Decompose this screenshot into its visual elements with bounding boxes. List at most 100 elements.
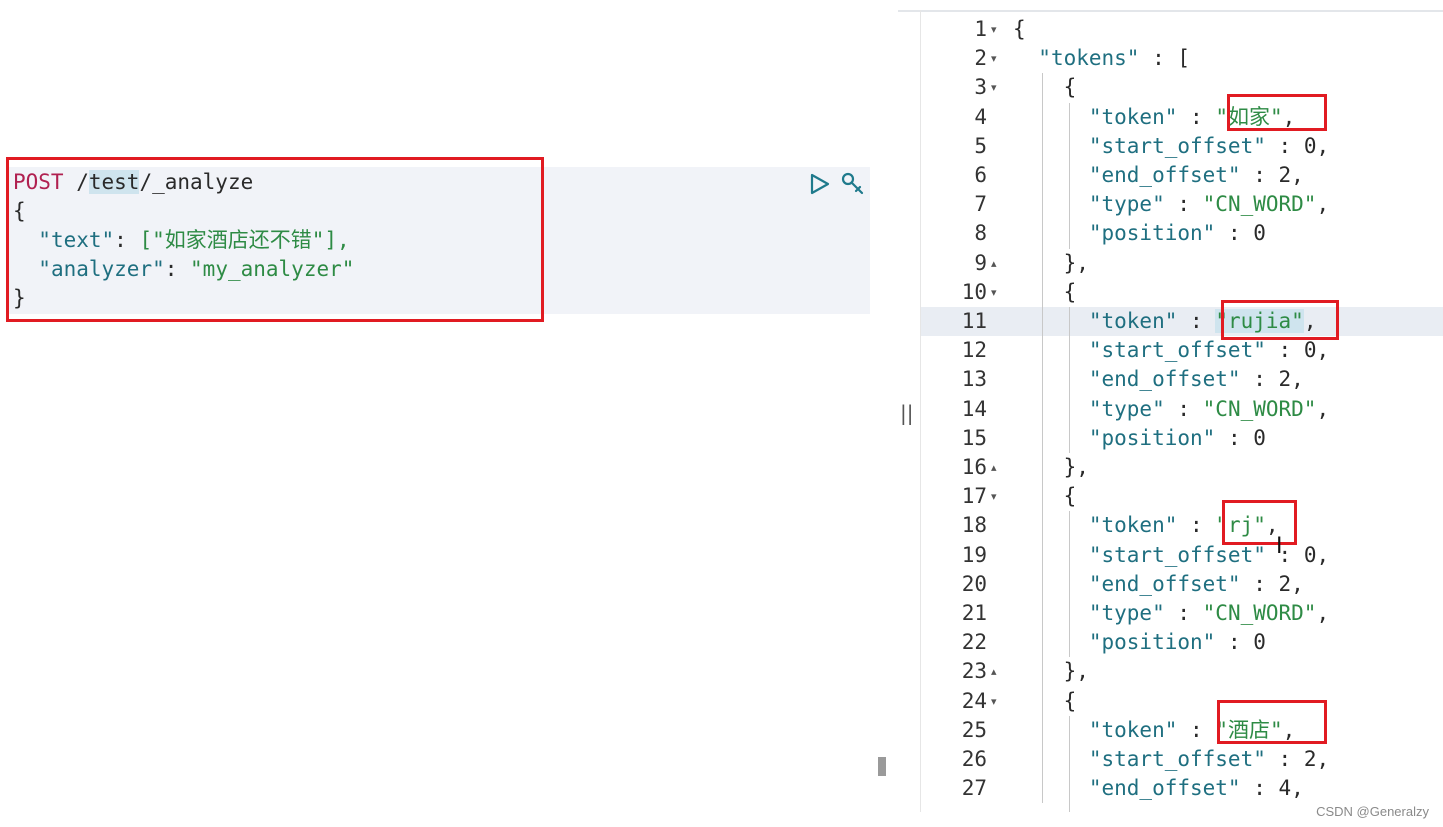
body-close-brace[interactable]: } bbox=[13, 284, 26, 313]
response-line[interactable]: 17 ▾ { bbox=[921, 482, 1443, 511]
code-text: "position" : 0 bbox=[1013, 424, 1266, 453]
json-key: "start_offset" bbox=[1088, 542, 1266, 567]
fold-expand-icon[interactable]: ▴ bbox=[991, 249, 1005, 278]
json-key: "type" bbox=[1088, 396, 1165, 421]
response-line[interactable]: 15 "position" : 0 bbox=[921, 424, 1443, 453]
fold-expand-icon[interactable]: ▴ bbox=[991, 657, 1005, 686]
json-key: "type" bbox=[1088, 601, 1165, 625]
body-open-brace[interactable]: { bbox=[13, 197, 26, 226]
analyzer-key: "analyzer" bbox=[38, 257, 165, 281]
body-analyzer-line[interactable]: "analyzer": "my_analyzer" bbox=[13, 255, 354, 284]
line-number: 21 bbox=[961, 601, 987, 625]
response-line[interactable]: 2 ▾ "tokens" : [ bbox=[921, 44, 1443, 73]
bracket: }, bbox=[1063, 250, 1089, 275]
code-text: "tokens" : [ bbox=[1013, 44, 1190, 73]
line-number: 2 bbox=[974, 46, 987, 71]
response-line[interactable]: 27 "end_offset" : 4, bbox=[921, 774, 1443, 803]
line-number: 15 bbox=[961, 425, 987, 450]
code-text: "end_offset" : 4, bbox=[1013, 774, 1304, 803]
separator: : bbox=[1177, 309, 1216, 333]
request-editor[interactable]: POST /test/_analyze { "text": ["如家酒店还不错"… bbox=[0, 0, 898, 812]
json-value: , bbox=[1303, 309, 1317, 333]
response-line[interactable]: 4 "token" : "如家", bbox=[921, 103, 1443, 132]
response-line[interactable]: 13 "end_offset" : 2, bbox=[921, 365, 1443, 394]
fold-collapse-icon[interactable]: ▾ bbox=[991, 73, 1005, 102]
fold-collapse-icon[interactable]: ▾ bbox=[991, 15, 1005, 44]
json-string-value: "酒店" bbox=[1215, 717, 1283, 742]
code-text: }, bbox=[1013, 249, 1089, 278]
open-brace: { bbox=[13, 199, 26, 223]
response-viewer[interactable]: 1 ▾{2 ▾ "tokens" : [3 ▾ {4 "token" : "如家", 5… bbox=[921, 12, 1443, 812]
response-line[interactable]: 16 ▴ }, bbox=[921, 453, 1443, 482]
fold-collapse-icon[interactable]: ▾ bbox=[991, 44, 1005, 73]
response-line[interactable]: 25 "token" : "酒店", bbox=[921, 716, 1443, 745]
json-key: "start_offset" bbox=[1088, 338, 1266, 363]
code-text: { bbox=[1013, 278, 1077, 307]
index-name: test bbox=[88, 170, 140, 194]
line-number: 3 bbox=[974, 75, 987, 100]
wrench-icon[interactable] bbox=[840, 171, 866, 197]
response-line[interactable]: 1 ▾ { bbox=[921, 15, 1443, 44]
json-string-value: "rj" bbox=[1215, 513, 1266, 538]
json-value: 0, bbox=[1303, 338, 1330, 363]
json-value: 0 bbox=[1253, 221, 1266, 246]
json-value: 2, bbox=[1303, 747, 1330, 771]
text-cursor-icon: I bbox=[1276, 534, 1283, 559]
json-key: "start_offset" bbox=[1088, 133, 1266, 158]
line-number: 12 bbox=[961, 338, 987, 363]
json-key: "end_offset" bbox=[1088, 776, 1241, 801]
response-line[interactable]: 21 "type" : "CN_WORD", bbox=[921, 599, 1443, 628]
response-line[interactable]: 19 "start_offset" : 0, bbox=[921, 541, 1443, 570]
response-line[interactable]: 20 "end_offset" : 2, bbox=[921, 570, 1443, 599]
response-line[interactable]: 26 "start_offset" : 2, bbox=[921, 745, 1443, 774]
json-value: 0 bbox=[1253, 425, 1266, 450]
response-line[interactable]: 11 "token" : "rujia", bbox=[921, 307, 1443, 337]
code-text: "end_offset" : 2, bbox=[1013, 570, 1304, 599]
response-line[interactable]: 12 "start_offset" : 0, bbox=[921, 336, 1443, 365]
json-key: "token" bbox=[1088, 717, 1178, 742]
json-string-value: "CN_WORD" bbox=[1202, 396, 1317, 421]
json-value: 0, bbox=[1303, 133, 1330, 158]
separator: : bbox=[1240, 571, 1279, 596]
response-line[interactable]: 5 "start_offset" : 0, bbox=[921, 132, 1443, 161]
play-icon[interactable] bbox=[806, 171, 832, 197]
line-number: 8 bbox=[974, 221, 987, 246]
response-line[interactable]: 24 ▾ { bbox=[921, 687, 1443, 716]
separator: : bbox=[1215, 630, 1254, 655]
indent-guide bbox=[1069, 511, 1070, 658]
response-line[interactable]: 23 ▴ }, bbox=[921, 657, 1443, 686]
scrollbar-thumb[interactable] bbox=[878, 757, 886, 776]
request-line[interactable]: POST /test/_analyze bbox=[13, 168, 253, 197]
bracket: { bbox=[1013, 17, 1026, 41]
line-number: 7 bbox=[974, 192, 987, 217]
bracket: { bbox=[1063, 484, 1077, 509]
line-number: 23 bbox=[961, 659, 987, 684]
separator: : bbox=[1164, 192, 1203, 217]
response-line[interactable]: 22 "position" : 0 bbox=[921, 628, 1443, 657]
code-text: { bbox=[1013, 15, 1026, 44]
fold-collapse-icon[interactable]: ▾ bbox=[991, 482, 1005, 511]
response-line[interactable]: 7 "type" : "CN_WORD", bbox=[921, 190, 1443, 219]
response-line[interactable]: 9 ▴ }, bbox=[921, 249, 1443, 278]
line-number: 14 bbox=[961, 396, 987, 421]
fold-collapse-icon[interactable]: ▾ bbox=[991, 687, 1005, 716]
response-line[interactable]: 18 "token" : "rj", bbox=[921, 511, 1443, 540]
separator: : bbox=[1240, 776, 1279, 801]
bracket: }, bbox=[1063, 659, 1089, 684]
json-value: 0, bbox=[1303, 542, 1330, 567]
response-line[interactable]: 6 "end_offset" : 2, bbox=[921, 161, 1443, 190]
separator: : bbox=[1164, 601, 1203, 625]
code-text: "token" : "酒店", bbox=[1013, 716, 1295, 745]
code-text: "token" : "rj", bbox=[1013, 511, 1279, 540]
pane-resize-handle[interactable]: || bbox=[900, 401, 914, 425]
indent-guide bbox=[1042, 73, 1043, 804]
fold-collapse-icon[interactable]: ▾ bbox=[991, 278, 1005, 307]
json-string-value: "CN_WORD" bbox=[1202, 192, 1317, 217]
response-line[interactable]: 10 ▾ { bbox=[921, 278, 1443, 307]
response-line[interactable]: 3 ▾ { bbox=[921, 73, 1443, 102]
response-line[interactable]: 14 "type" : "CN_WORD", bbox=[921, 395, 1443, 424]
fold-expand-icon[interactable]: ▴ bbox=[991, 453, 1005, 482]
code-text: { bbox=[1013, 482, 1077, 511]
body-text-line[interactable]: "text": ["如家酒店还不错"], bbox=[13, 226, 349, 255]
response-line[interactable]: 8 "position" : 0 bbox=[921, 219, 1443, 248]
